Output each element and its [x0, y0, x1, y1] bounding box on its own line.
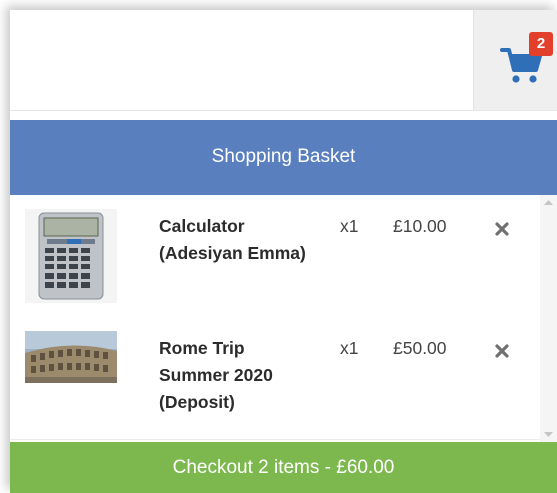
item-name: Rome Trip Summer 2020 (Deposit): [159, 338, 273, 412]
item-quantity: x1: [340, 338, 359, 358]
scrollbar[interactable]: [540, 195, 557, 442]
remove-item-button[interactable]: [492, 219, 512, 239]
remove-item-button[interactable]: [492, 341, 512, 361]
basket-item: Rome Trip Summer 2020 (Deposit) x1 £50.0…: [10, 317, 540, 440]
item-name: Calculator (Adesiyan Emma): [159, 216, 306, 263]
basket-item: Calculator (Adesiyan Emma) x1 £10.00: [10, 195, 540, 318]
checkout-button[interactable]: Checkout 2 items - £60.00: [10, 442, 557, 493]
item-quantity: x1: [340, 216, 359, 236]
basket-widget: 2 Shopping Basket Calculator (Adesiyan E…: [10, 10, 557, 493]
scroll-down-arrow-icon[interactable]: [540, 426, 557, 442]
calculator-image: [25, 209, 117, 303]
scrollbar-thumb[interactable]: [543, 215, 554, 415]
top-bar: 2: [10, 10, 557, 111]
item-price: £50.00: [393, 338, 447, 358]
item-price: £10.00: [393, 216, 447, 236]
cart-count-badge: 2: [529, 32, 553, 56]
cart-button[interactable]: 2: [473, 10, 557, 110]
basket-item-list: Calculator (Adesiyan Emma) x1 £10.00 Rom…: [10, 195, 540, 442]
basket-title: Shopping Basket: [10, 120, 557, 195]
colosseum-image: [25, 331, 117, 383]
scroll-up-arrow-icon[interactable]: [540, 195, 557, 211]
